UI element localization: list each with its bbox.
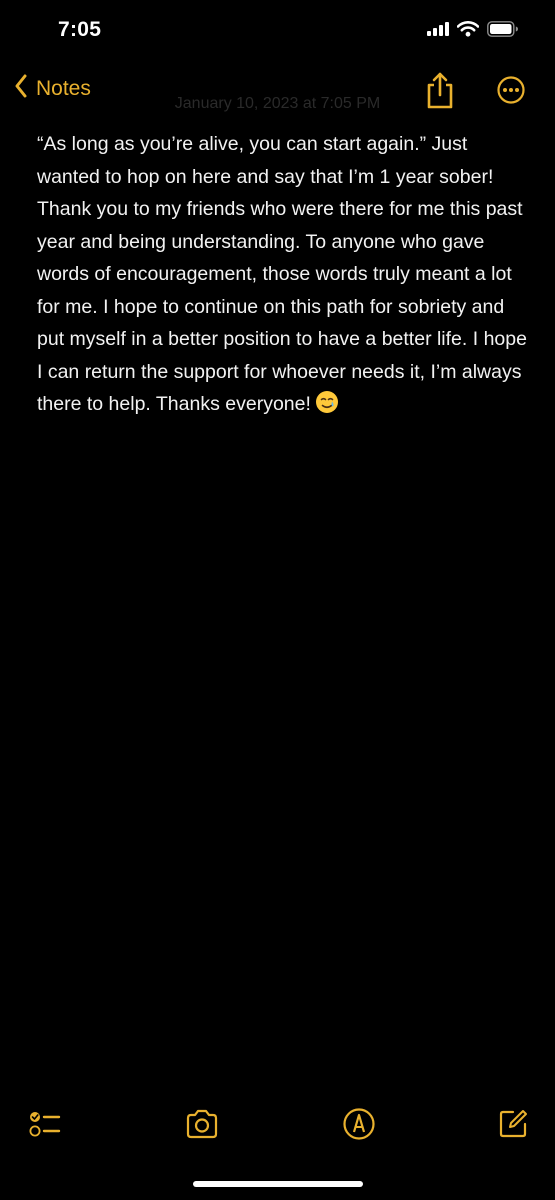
home-indicator[interactable] xyxy=(193,1181,363,1187)
note-text: “As long as you’re alive, you can start … xyxy=(37,133,527,415)
camera-icon xyxy=(184,1109,220,1145)
markup-button[interactable] xyxy=(342,1107,376,1146)
wifi-icon xyxy=(456,21,480,42)
more-button[interactable] xyxy=(497,76,525,109)
status-icons xyxy=(427,21,519,42)
chevron-left-icon xyxy=(14,74,28,103)
nav-bar: January 10, 2023 at 7:05 PM Notes xyxy=(0,66,555,116)
checklist-icon xyxy=(28,1112,62,1145)
bottom-toolbar xyxy=(0,1105,555,1155)
cellular-signal-icon xyxy=(427,22,449,41)
status-bar: 7:05 xyxy=(0,0,555,60)
markup-pen-icon xyxy=(342,1108,376,1145)
status-time: 7:05 xyxy=(58,18,102,41)
back-button[interactable]: Notes xyxy=(14,74,91,103)
battery-icon xyxy=(487,21,519,42)
note-body[interactable]: “As long as you’re alive, you can start … xyxy=(37,128,527,425)
share-icon xyxy=(423,72,457,114)
compose-button[interactable] xyxy=(496,1107,530,1146)
compose-icon xyxy=(496,1110,530,1145)
camera-button[interactable] xyxy=(184,1107,220,1146)
share-button[interactable] xyxy=(423,70,457,115)
checklist-button[interactable] xyxy=(28,1107,62,1146)
ellipsis-circle-icon xyxy=(497,76,525,108)
smiling-face-with-tear-icon xyxy=(315,390,339,425)
back-label: Notes xyxy=(36,76,91,100)
